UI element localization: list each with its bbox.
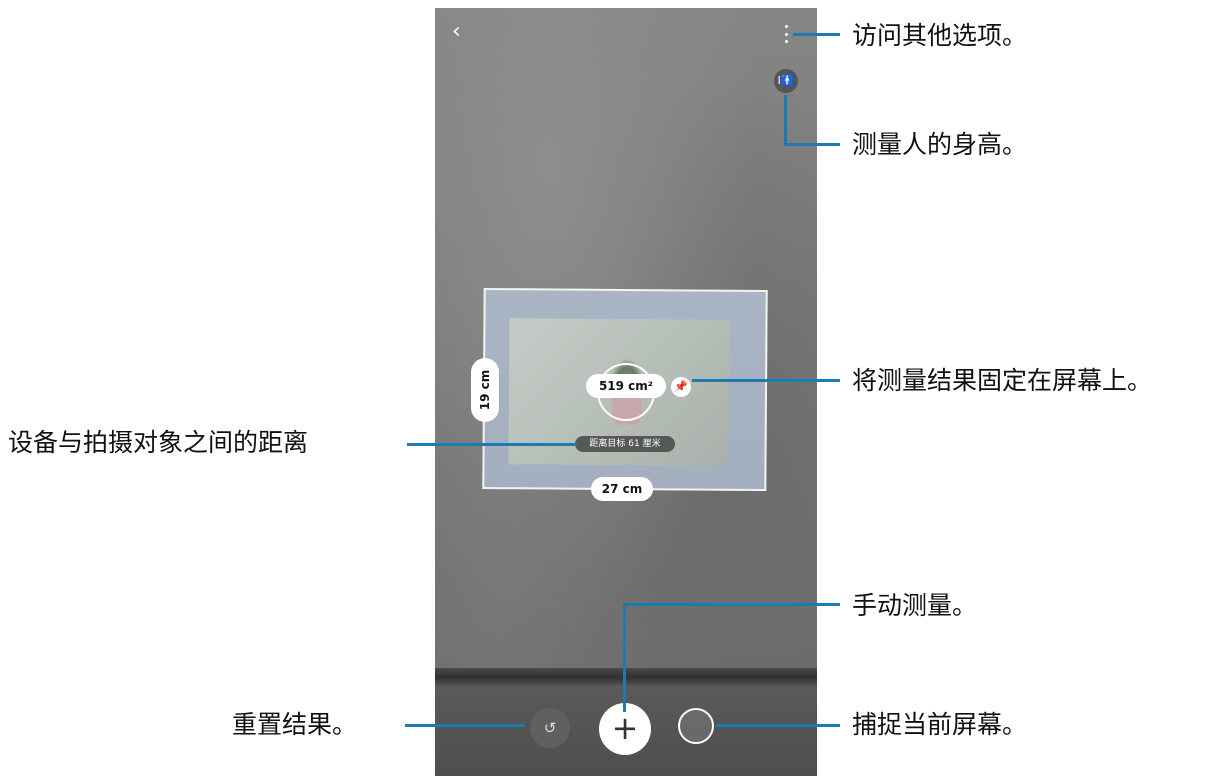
measure-height-button[interactable]: I🚹 [774,69,798,93]
person-height-icon: I🚹 [777,74,795,87]
back-button[interactable]: ‹ [452,19,472,44]
callout-line-capture [716,724,840,727]
more-options-button[interactable] [782,25,790,43]
area-value-pill: 519 cm² [586,374,666,398]
callout-measure-height: 测量人的身高。 [852,130,1028,159]
callout-line-more [793,33,840,36]
callout-pin-result: 将测量结果固定在屏幕上。 [852,366,1153,395]
reset-button[interactable]: ↺ [530,708,570,748]
callout-capture: 捕捉当前屏幕。 [852,710,1028,739]
callout-line-height-v [784,95,787,145]
back-arrow-icon: ‹ [452,19,461,44]
height-value-pill: 19 cm [471,358,499,422]
more-options-icon [784,25,788,28]
callout-line-manual-h [623,603,840,606]
pin-button[interactable]: 📌 [671,377,691,397]
width-value-pill: 27 cm [591,477,653,501]
callout-line-reset [405,724,525,727]
camera-screen: ‹ I🚹 519 cm² 📌 19 cm 距离目标 61 厘米 27 cm ↺ … [435,8,817,776]
plus-icon: + [611,709,639,747]
callout-line-distance [407,443,577,446]
callout-more-options: 访问其他选项。 [852,21,1028,50]
floor-edge [435,668,817,686]
pin-icon: 📌 [674,380,688,393]
callout-line-height-h [784,143,840,146]
distance-indicator: 距离目标 61 厘米 [575,436,675,452]
capture-button[interactable] [678,708,714,744]
height-value-label: 19 cm [478,369,492,411]
callout-distance: 设备与拍摄对象之间的距离 [8,428,309,457]
callout-reset: 重置结果。 [232,710,358,739]
callout-line-pin [692,379,840,382]
callout-line-manual-v [623,604,626,712]
callout-manual-measure: 手动测量。 [852,591,978,620]
reset-icon: ↺ [543,719,557,737]
